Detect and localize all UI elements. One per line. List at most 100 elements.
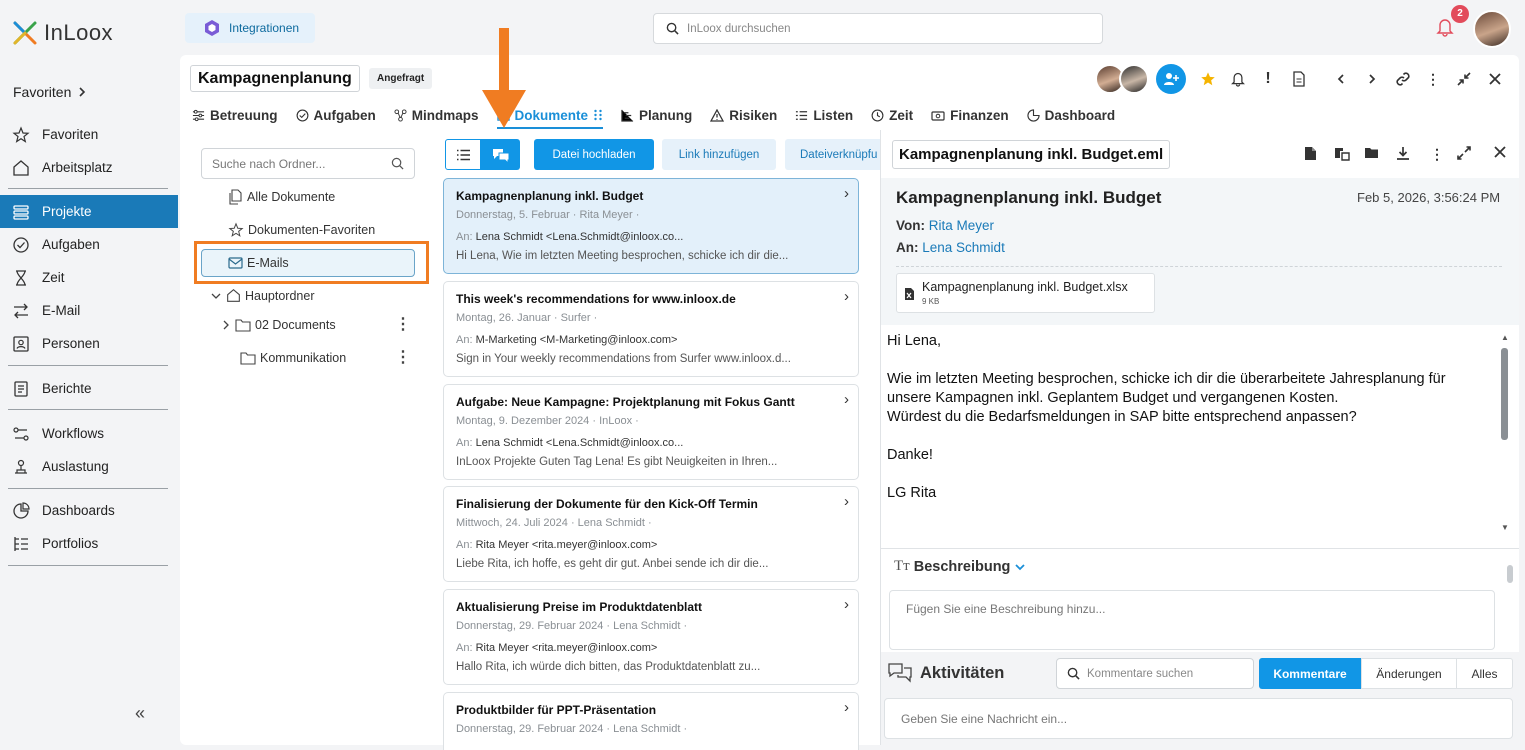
- email-list-item[interactable]: This week's recommendations for www.inlo…: [443, 281, 859, 377]
- scroll-down-arrow[interactable]: ▼: [1501, 523, 1509, 532]
- email-to: Rita Meyer <rita.meyer@inloox.com>: [475, 642, 658, 654]
- tab-aufgaben[interactable]: Aufgaben: [296, 103, 376, 127]
- nav-item-personen[interactable]: Personen: [0, 327, 178, 360]
- description-scrollbar[interactable]: [1507, 565, 1513, 583]
- list-view-button[interactable]: [445, 139, 481, 170]
- nav-item-email[interactable]: E-Mail: [0, 294, 178, 327]
- collapse-sidebar-button[interactable]: «: [135, 703, 145, 724]
- priority-button[interactable]: !: [1258, 69, 1278, 89]
- chevron-down-icon: [1015, 563, 1026, 570]
- nav-item-auslastung[interactable]: Auslastung: [0, 450, 178, 483]
- email-subject: This week's recommendations for www.inlo…: [456, 292, 736, 306]
- to-label: An:: [456, 334, 473, 346]
- close-panel-button[interactable]: [1485, 69, 1505, 89]
- expand-preview-button[interactable]: [1457, 146, 1471, 160]
- project-title[interactable]: Kampagnenplanung: [190, 65, 360, 92]
- folder-02-documents[interactable]: 02 Documents: [221, 318, 336, 332]
- tab-planung[interactable]: Planung: [621, 103, 692, 127]
- folder-all-documents[interactable]: Alle Dokumente: [228, 189, 335, 205]
- to-link[interactable]: Lena Schmidt: [922, 240, 1005, 255]
- workflow-icon: [13, 426, 29, 441]
- email-recipient: An: Lena Schmidt <Lena.Schmidt@inloox.co…: [456, 231, 683, 243]
- file-link-button[interactable]: Dateiverknüpfu: [785, 139, 880, 170]
- conversation-view-button[interactable]: [481, 139, 520, 170]
- nav-item-projekte[interactable]: Projekte: [0, 195, 178, 228]
- upload-file-button[interactable]: Datei hochladen: [534, 139, 654, 170]
- global-search-input[interactable]: InLoox durchsuchen: [653, 13, 1103, 44]
- tab-label: Zeit: [889, 107, 914, 123]
- filter-comments-button[interactable]: Kommentare: [1259, 658, 1361, 689]
- open-folder-button[interactable]: [1364, 146, 1380, 160]
- from-link[interactable]: Rita Meyer: [929, 218, 994, 233]
- nav-item-aufgaben[interactable]: Aufgaben: [0, 228, 178, 261]
- tab-mindmaps[interactable]: Mindmaps: [394, 103, 479, 127]
- next-button[interactable]: [1362, 69, 1382, 89]
- tab-dashboard[interactable]: Dashboard: [1027, 103, 1115, 127]
- folder-options-button[interactable]: ⋮: [395, 317, 411, 333]
- nav-item-zeit[interactable]: Zeit: [0, 261, 178, 294]
- email-list-item[interactable]: Aufgabe: Neue Kampagne: Projektplanung m…: [443, 384, 859, 480]
- previous-button[interactable]: [1331, 69, 1351, 89]
- folder-label: Hauptordner: [245, 288, 315, 303]
- app-logo[interactable]: InLoox: [12, 20, 113, 46]
- email-list-item[interactable]: Aktualisierung Preise im Produktdatenbla…: [443, 589, 859, 685]
- message-input[interactable]: Geben Sie eine Nachricht ein...: [884, 698, 1513, 739]
- nav-item-dashboards[interactable]: Dashboards: [0, 494, 178, 527]
- user-avatar[interactable]: [1473, 10, 1511, 48]
- filter-changes-button[interactable]: Änderungen: [1361, 658, 1457, 689]
- move-document-button[interactable]: [1334, 146, 1350, 161]
- tab-risiken[interactable]: Risiken: [710, 103, 777, 127]
- favorite-star-button[interactable]: [1198, 69, 1218, 89]
- inloox-logo-icon: [13, 21, 37, 45]
- chevron-right-icon: ›: [844, 596, 849, 613]
- nav-item-portfolios[interactable]: Portfolios: [0, 527, 178, 560]
- tab-betreuung[interactable]: Betreuung: [192, 103, 278, 127]
- chevron-right-icon: ›: [844, 185, 849, 202]
- filter-all-button[interactable]: Alles: [1457, 658, 1513, 689]
- nav-item-berichte[interactable]: Berichte: [0, 372, 178, 405]
- notifications-button[interactable]: [1436, 17, 1454, 37]
- add-member-button[interactable]: [1156, 64, 1186, 94]
- tab-finanzen[interactable]: Finanzen: [931, 103, 1009, 127]
- download-button[interactable]: [1396, 146, 1410, 160]
- integrations-button[interactable]: Integrationen: [185, 13, 315, 43]
- tab-zeit[interactable]: Zeit: [871, 103, 913, 127]
- add-link-button[interactable]: Link hinzufügen: [662, 139, 776, 170]
- project-status-badge[interactable]: Angefragt: [369, 68, 433, 89]
- email-preview: Liebe Rita, ich hoffe, es geht dir gut. …: [456, 558, 769, 570]
- folder-document-favorites[interactable]: Dokumenten-Favoriten: [228, 222, 375, 238]
- nav-item-workflows[interactable]: Workflows: [0, 417, 178, 450]
- close-preview-button[interactable]: [1494, 146, 1506, 158]
- preview-filename[interactable]: Kampagnenplanung inkl. Budget.eml: [892, 140, 1171, 169]
- warning-icon: [710, 108, 725, 122]
- attachment-item[interactable]: Kampagnenplanung inkl. Budget.xlsx 9 KB: [896, 273, 1155, 313]
- comment-search-input[interactable]: Kommentare suchen: [1056, 658, 1254, 689]
- scroll-up-arrow[interactable]: ▲: [1501, 333, 1509, 342]
- email-list-item[interactable]: Finalisierung der Dokumente für den Kick…: [443, 486, 859, 582]
- email-subject: Aktualisierung Preise im Produktdatenbla…: [456, 600, 703, 614]
- email-list-item[interactable]: Kampagnenplanung inkl. Budget Donnerstag…: [443, 178, 859, 274]
- collapse-view-button[interactable]: [1454, 69, 1474, 89]
- projects-icon: [13, 204, 29, 220]
- nav-item-arbeitsplatz[interactable]: Arbeitsplatz: [0, 151, 178, 184]
- folder-search-input[interactable]: Suche nach Ordner...: [201, 148, 415, 179]
- folder-hauptordner[interactable]: Hauptordner: [210, 288, 315, 303]
- description-input[interactable]: Fügen Sie eine Beschreibung hinzu...: [889, 590, 1495, 650]
- email-list-item[interactable]: Produktbilder für PPT-Präsentation Donne…: [443, 692, 859, 750]
- tab-listen[interactable]: Listen: [795, 103, 853, 127]
- email-body-scrollbar[interactable]: [1501, 348, 1508, 440]
- preview-more-button[interactable]: ⋮: [1430, 146, 1444, 163]
- member-avatar[interactable]: [1119, 64, 1149, 94]
- folder-open-icon: [1365, 148, 1378, 158]
- favorites-header[interactable]: Favoriten: [13, 84, 87, 100]
- copy-link-button[interactable]: [1393, 69, 1413, 89]
- chevron-right-icon: [1369, 74, 1376, 84]
- folder-options-button[interactable]: ⋮: [395, 350, 411, 366]
- more-options-button[interactable]: ⋮: [1423, 69, 1443, 89]
- folder-kommunikation[interactable]: Kommunikation: [240, 351, 346, 365]
- nav-item-favoriten[interactable]: Favoriten: [0, 118, 178, 151]
- notify-button[interactable]: [1228, 69, 1248, 89]
- open-document-button[interactable]: [1304, 146, 1317, 161]
- document-button[interactable]: [1289, 69, 1309, 89]
- description-header[interactable]: Tт Beschreibung: [894, 558, 1026, 575]
